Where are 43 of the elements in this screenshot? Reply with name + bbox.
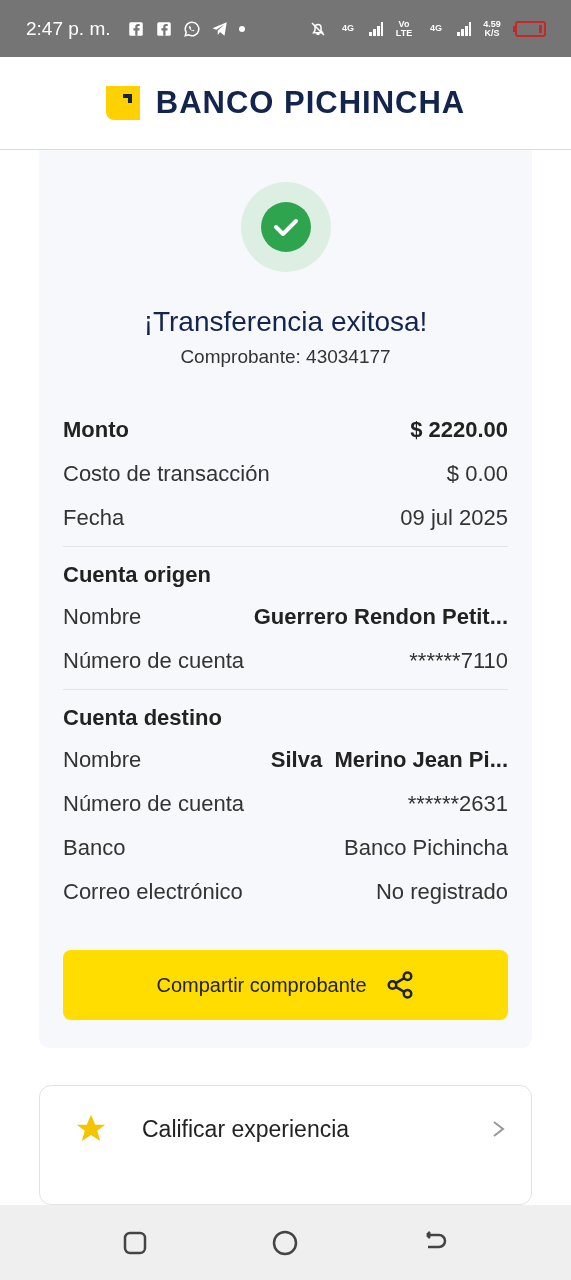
detail-value: $ 2220.00	[410, 417, 508, 443]
signal-icon	[369, 21, 383, 36]
detail-label: Banco	[63, 835, 126, 861]
success-title: ¡Transferencia exitosa!	[142, 306, 429, 338]
status-time: 2:47 p. m.	[26, 17, 111, 40]
detail-label: Nombre	[63, 747, 142, 773]
muted-bell-icon	[309, 19, 327, 38]
rating-label: Calificar experiencia	[142, 1115, 351, 1144]
logo-icon	[105, 86, 140, 120]
detail-label: Número de cuenta	[63, 648, 244, 674]
signal-icon	[457, 21, 471, 36]
detail-value: $ 0.00	[446, 461, 508, 487]
detail-label: Número de cuenta	[63, 791, 244, 817]
share-button[interactable]: Compartir comprobante	[63, 950, 508, 1020]
network-indicator: 4G	[341, 24, 355, 33]
receipt-number: Comprobante: 43034177	[179, 346, 392, 368]
detail-value: Banco Pichincha	[344, 835, 508, 861]
network-indicator: 4G	[429, 24, 443, 33]
detail-value: ******7110	[409, 648, 508, 674]
dot-icon	[238, 25, 245, 32]
detail-label: Monto	[63, 417, 129, 443]
home-icon[interactable]	[271, 1228, 300, 1257]
detail-value: Guerrero Rendon Petit...	[253, 604, 508, 630]
battery-icon	[513, 20, 547, 37]
detail-value: Silva Merino Jean Pi...	[270, 747, 508, 773]
network-indicator: Vo LTE	[394, 19, 414, 38]
success-check-icon	[240, 182, 331, 272]
detail-label: Correo electrónico	[63, 879, 243, 905]
detail-value: No registrado	[375, 879, 508, 905]
detail-value: 09 jul 2025	[400, 505, 508, 531]
brand-name: BANCO PICHINCHA	[155, 85, 466, 121]
chat-bubble-icon	[182, 19, 201, 38]
section-title: Cuenta destino	[63, 704, 223, 732]
detail-label: Nombre	[63, 604, 142, 630]
network-indicator: 4.59 K/S	[482, 19, 502, 38]
facebook-icon	[126, 19, 145, 38]
paper-plane-icon	[210, 19, 229, 38]
facebook-icon	[154, 19, 173, 38]
detail-label: Fecha	[63, 505, 125, 531]
section-title: Cuenta origen	[63, 561, 212, 589]
detail-value: ******2631	[407, 791, 508, 817]
detail-label: Costo de transacción	[63, 461, 270, 487]
rating-item[interactable]: Calificar experiencia	[39, 1085, 532, 1205]
